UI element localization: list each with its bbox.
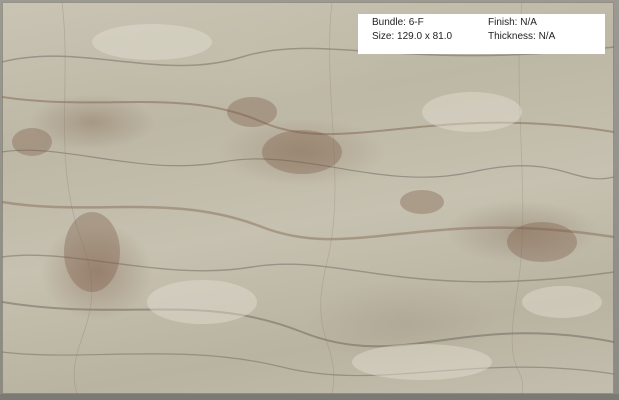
granite-slab-image: [2, 2, 614, 394]
floor-strip: [0, 394, 619, 400]
size-text: Size: 129.0 x 81.0: [372, 31, 453, 42]
photo-scene: Bundle: 6-F Finish: N/A Size: 129.0 x 81…: [0, 0, 619, 400]
slab-veining: [2, 2, 614, 394]
slab-info-label: Bundle: 6-F Finish: N/A Size: 129.0 x 81…: [358, 14, 605, 54]
finish-text: Finish: N/A: [488, 17, 537, 28]
thickness-text: Thickness: N/A: [488, 31, 556, 42]
bundle-text: Bundle: 6-F: [372, 17, 424, 28]
